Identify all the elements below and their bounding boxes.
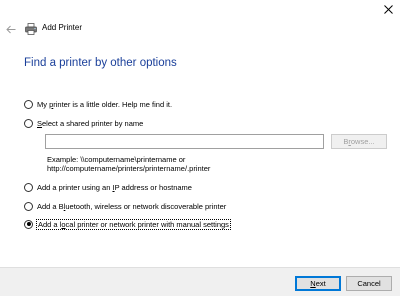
radio-button[interactable] bbox=[24, 201, 33, 211]
radio-button[interactable] bbox=[24, 99, 33, 109]
option-label: Add a printer using an IP address or hos… bbox=[37, 182, 192, 192]
option-ip-address[interactable]: Add a printer using an IP address or hos… bbox=[24, 181, 192, 193]
option-label: My printer is a little older. Help me fi… bbox=[37, 99, 173, 109]
back-arrow-icon bbox=[6, 25, 16, 33]
close-icon bbox=[383, 4, 393, 14]
page-heading: Find a printer by other options bbox=[24, 57, 177, 69]
radio-button-selected[interactable] bbox=[24, 219, 33, 229]
option-shared-printer[interactable]: Select a shared printer by name bbox=[24, 117, 143, 129]
close-button[interactable] bbox=[379, 2, 397, 16]
option-label: Add a local printer or network printer w… bbox=[36, 218, 231, 230]
option-bluetooth-wireless[interactable]: Add a Bluetooth, wireless or network dis… bbox=[24, 200, 226, 212]
next-label-post: ext bbox=[315, 279, 326, 288]
browse-label-post: owse... bbox=[350, 137, 375, 146]
printer-icon bbox=[25, 23, 37, 35]
example-line-2: http://computername/printers/printername… bbox=[47, 164, 211, 173]
cancel-button[interactable]: Cancel bbox=[346, 276, 392, 291]
radio-button[interactable] bbox=[24, 118, 33, 128]
example-text: Example: \\computername\printername or h… bbox=[47, 155, 307, 173]
option-local-printer[interactable]: Add a local printer or network printer w… bbox=[24, 218, 231, 230]
example-line-1: Example: \\computername\printername or bbox=[47, 155, 186, 164]
back-button[interactable] bbox=[4, 22, 18, 36]
radio-button[interactable] bbox=[24, 182, 33, 192]
next-button[interactable]: Next bbox=[295, 276, 341, 291]
option-older-printer[interactable]: My printer is a little older. Help me fi… bbox=[24, 98, 172, 110]
option-label: Add a Bluetooth, wireless or network dis… bbox=[37, 201, 227, 211]
browse-button[interactable]: Br owse... bbox=[331, 134, 387, 149]
option-label: Select a shared printer by name bbox=[37, 118, 144, 128]
shared-printer-input[interactable] bbox=[45, 134, 324, 149]
title-row: Add Printer bbox=[0, 20, 400, 38]
window-title: Add Printer bbox=[42, 23, 83, 32]
dialog-footer: Next Cancel bbox=[0, 267, 400, 296]
